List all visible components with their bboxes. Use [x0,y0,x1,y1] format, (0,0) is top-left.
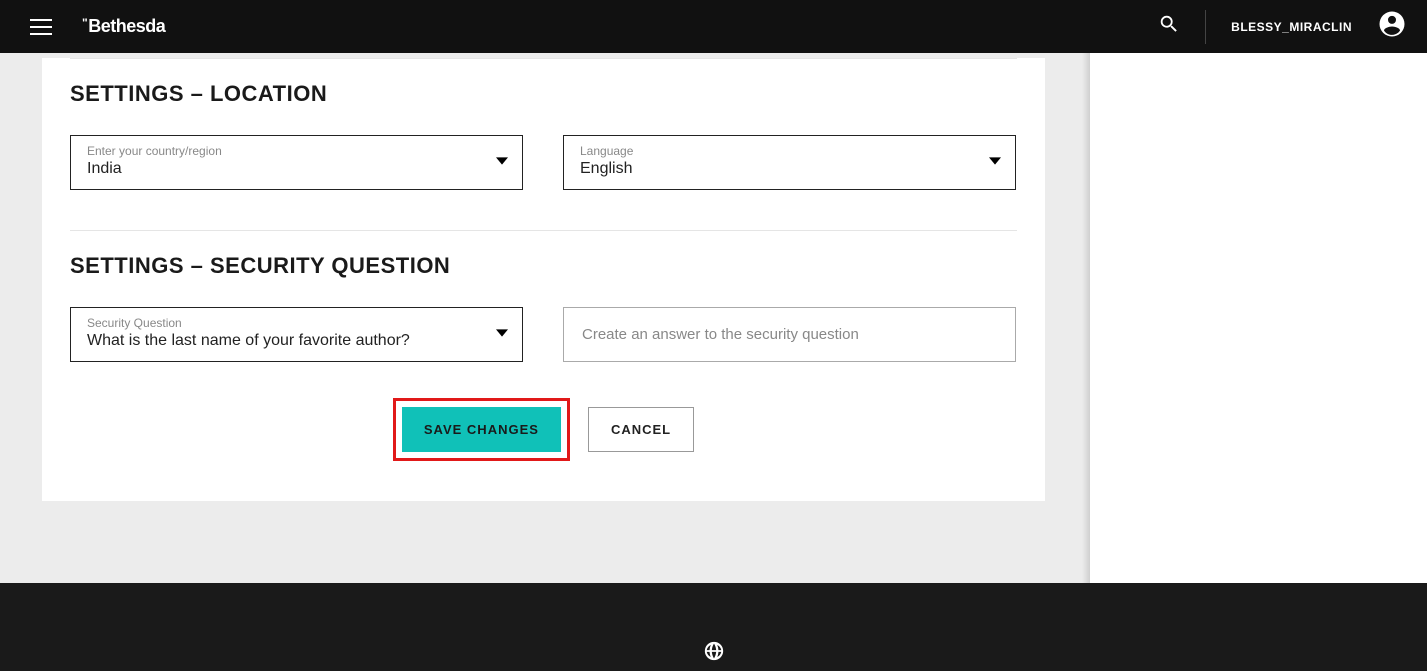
chevron-down-icon [496,326,508,344]
brand-quote-mark: " [82,17,87,29]
card-bottom-gap [42,501,1045,566]
security-row: Security Question What is the last name … [70,307,1017,362]
save-button-label: SAVE CHANGES [424,422,539,437]
brand-text: Bethesda [88,16,165,37]
page-body: SETTINGS – LOCATION Enter your country/r… [0,53,1427,583]
app-header: "Bethesda BLESSY_MIRACLIN [0,0,1427,53]
security-answer-input[interactable] [563,307,1016,362]
header-divider [1205,10,1206,44]
location-row: Enter your country/region India Language… [70,135,1017,190]
chevron-down-icon [989,154,1001,172]
content-column: SETTINGS – LOCATION Enter your country/r… [0,53,1090,583]
language-value: English [580,160,632,177]
avatar-icon[interactable] [1377,9,1407,44]
brand-logo[interactable]: "Bethesda [82,16,165,37]
username-label[interactable]: BLESSY_MIRACLIN [1231,20,1352,34]
security-heading: SETTINGS – SECURITY QUESTION [70,253,1017,279]
country-select[interactable]: Enter your country/region India [70,135,523,190]
chevron-down-icon [496,154,508,172]
country-value: India [87,160,122,177]
security-question-select[interactable]: Security Question What is the last name … [70,307,523,362]
location-heading: SETTINGS – LOCATION [70,81,1017,107]
save-button[interactable]: SAVE CHANGES [402,407,561,452]
language-select[interactable]: Language English [563,135,1016,190]
globe-icon[interactable] [703,640,725,667]
cancel-button-label: CANCEL [611,422,671,437]
side-panel [1090,53,1427,583]
language-label: Language [580,144,975,158]
section-divider [70,230,1017,231]
search-icon[interactable] [1158,13,1180,40]
settings-card: SETTINGS – LOCATION Enter your country/r… [42,58,1045,501]
country-label: Enter your country/region [87,144,482,158]
button-row: SAVE CHANGES CANCEL [70,398,1017,461]
security-question-label: Security Question [87,316,482,330]
save-button-highlight: SAVE CHANGES [393,398,570,461]
security-question-value: What is the last name of your favorite a… [87,332,410,349]
page-footer [0,583,1427,671]
menu-icon[interactable] [30,19,52,35]
section-divider [70,58,1017,59]
cancel-button[interactable]: CANCEL [588,407,694,452]
